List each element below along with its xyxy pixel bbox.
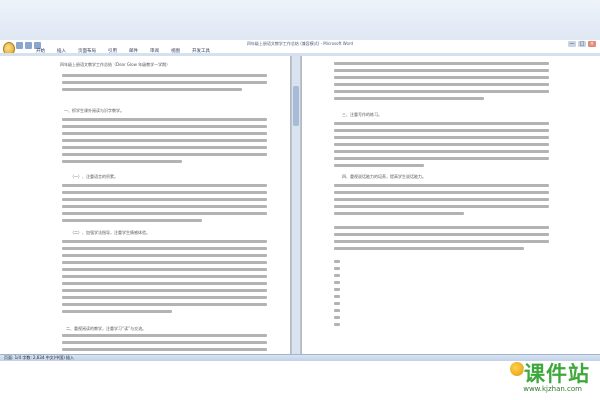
watermark-url: www.kjzhan.com	[523, 385, 582, 393]
text-line	[62, 88, 242, 91]
document-page-right[interactable]: 三、注重写作的练习。 四、重视说话能力的培养，提高学生说话能力。	[302, 56, 600, 354]
text-line	[62, 125, 267, 128]
text-line	[62, 219, 202, 222]
text-line	[62, 240, 267, 243]
text-line	[334, 83, 549, 86]
text-line	[334, 136, 549, 139]
document-page-left[interactable]: 四年级上册语文教学工作总结（Dear Glow 年级教学一学期） 一、抓学生课外…	[0, 56, 290, 354]
text-line	[334, 267, 340, 270]
text-line	[62, 303, 267, 306]
scroll-thumb[interactable]	[293, 86, 299, 126]
text-line	[334, 212, 464, 215]
text-line	[62, 341, 267, 344]
text-line	[334, 281, 340, 284]
text-line	[62, 198, 267, 201]
right-heading-2: 四、重视说话能力的培养，提高学生说话能力。	[342, 174, 426, 179]
text-line	[334, 97, 484, 100]
left-heading-1: 一、抓学生课外阅读与识字教学。	[64, 108, 124, 113]
text-line	[334, 150, 549, 153]
text-line	[334, 191, 549, 194]
text-line	[62, 282, 267, 285]
maximize-button[interactable]: □	[578, 41, 586, 47]
text-line	[62, 191, 267, 194]
watermark-logo: 课件站	[524, 362, 590, 386]
text-line	[62, 153, 267, 156]
right-heading-1: 三、注重写作的练习。	[342, 112, 382, 117]
text-line	[62, 160, 182, 163]
text-line	[62, 348, 267, 351]
close-button[interactable]: ×	[588, 41, 596, 47]
text-line	[334, 76, 549, 79]
text-line	[334, 247, 524, 250]
text-line	[62, 118, 267, 121]
text-line	[334, 184, 549, 187]
left-heading-2: （一）、注重语言的积累。	[70, 174, 118, 179]
text-line	[334, 240, 549, 243]
text-line	[62, 132, 267, 135]
text-line	[62, 139, 267, 142]
text-line	[334, 274, 340, 277]
text-line	[334, 143, 549, 146]
text-line	[62, 205, 267, 208]
text-line	[62, 310, 172, 313]
text-line	[62, 275, 267, 278]
text-line	[334, 309, 340, 312]
watermark: 课件站 www.kjzhan.com	[480, 358, 590, 398]
text-line	[334, 129, 549, 132]
watermark-dot-icon	[510, 362, 524, 376]
text-line	[62, 184, 267, 187]
text-line	[334, 288, 340, 291]
text-line	[334, 69, 549, 72]
text-line	[334, 198, 549, 201]
vertical-scrollbar[interactable]	[291, 56, 301, 354]
text-line	[334, 233, 549, 236]
text-line	[62, 247, 267, 250]
text-line	[62, 81, 267, 84]
text-line	[62, 289, 267, 292]
text-line	[334, 323, 340, 326]
window-controls: — □ ×	[568, 41, 596, 47]
text-line	[62, 268, 267, 271]
left-heading-3: （二）、加强学法指导，注重学生情感体验。	[70, 230, 150, 235]
title-bar	[0, 0, 600, 40]
text-line	[62, 212, 267, 215]
text-line	[334, 205, 549, 208]
text-line	[62, 296, 267, 299]
text-line	[334, 226, 549, 229]
text-line	[62, 254, 267, 257]
text-line	[334, 157, 549, 160]
window-title: 四年级上册语文教学工作总结 (兼容模式) - Microsoft Word	[246, 41, 354, 46]
minimize-button[interactable]: —	[568, 41, 576, 47]
text-line	[62, 146, 267, 149]
document-title: 四年级上册语文教学工作总结（Dear Glow 年级教学一学期）	[60, 62, 171, 67]
text-line	[334, 90, 549, 93]
text-line	[334, 62, 549, 65]
text-line	[334, 316, 340, 319]
left-heading-4: 二、重视阅读的教学，注重学习“读”与交流。	[66, 326, 147, 331]
text-line	[334, 164, 424, 167]
text-line	[334, 122, 549, 125]
text-line	[62, 334, 267, 337]
text-line	[62, 74, 267, 77]
text-line	[334, 260, 340, 263]
text-line	[334, 302, 340, 305]
text-line	[334, 295, 340, 298]
text-line	[62, 261, 267, 264]
